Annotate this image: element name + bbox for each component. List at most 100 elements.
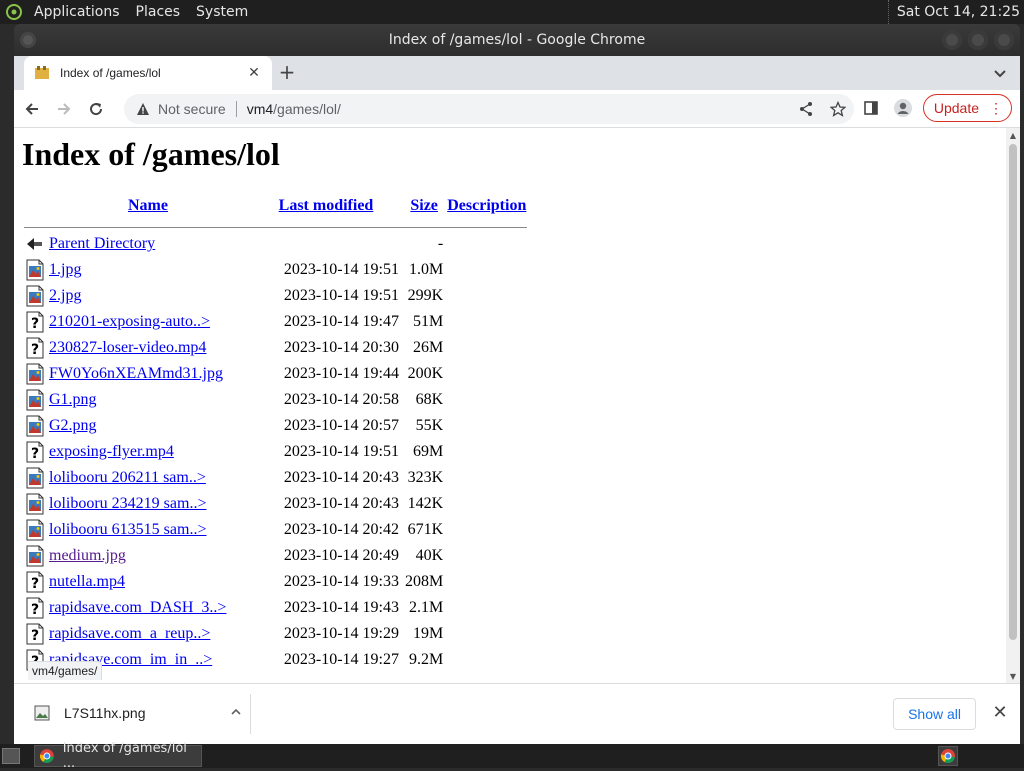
window-menu-button[interactable] xyxy=(20,32,36,48)
file-modified: 2023-10-14 19:51 xyxy=(283,443,399,460)
file-description xyxy=(446,596,527,620)
places-menu[interactable]: Places xyxy=(128,0,189,24)
table-row: ? rapidsave.com_a_reup..> 2023-10-14 19:29… xyxy=(24,622,527,646)
back-button[interactable] xyxy=(18,95,46,123)
file-modified: 2023-10-14 20:43 xyxy=(283,469,399,486)
tab-close-button[interactable]: ✕ xyxy=(246,65,262,81)
file-link[interactable]: 1.jpg xyxy=(49,261,81,278)
file-size: 26M xyxy=(413,339,444,356)
file-link[interactable]: G2.png xyxy=(49,417,97,434)
file-size: 1.0M xyxy=(409,261,444,278)
vertical-scrollbar[interactable]: ▲ ▼ xyxy=(1006,128,1020,683)
description-column-header: Description xyxy=(446,194,527,218)
file-modified: 2023-10-14 20:49 xyxy=(283,547,399,564)
taskbar-chrome-window[interactable]: Index of /games/lol ... xyxy=(34,741,202,771)
tab-strip: Index of /games/lol ✕ + xyxy=(14,56,1020,90)
new-tab-button[interactable]: + xyxy=(276,62,298,84)
system-menu[interactable]: System xyxy=(188,0,256,24)
panel-clock[interactable]: Sat Oct 14, 21:25 xyxy=(887,0,1020,24)
file-link[interactable]: 2.jpg xyxy=(49,287,81,304)
file-size: 299K xyxy=(407,287,444,304)
bookmark-star-icon[interactable] xyxy=(830,101,846,117)
reload-button[interactable] xyxy=(82,95,110,123)
parent-directory-row: Parent Directory - xyxy=(24,232,527,256)
sort-by-modified-link[interactable]: Last modified xyxy=(279,197,374,214)
sort-by-size-link[interactable]: Size xyxy=(410,197,438,214)
chrome-logo-icon xyxy=(39,749,54,763)
file-modified: 2023-10-14 20:57 xyxy=(283,417,399,434)
distro-logo-icon[interactable] xyxy=(2,0,26,24)
warning-triangle-icon[interactable] xyxy=(136,102,150,116)
file-size: 51M xyxy=(413,313,444,330)
file-link[interactable]: lolibooru 206211 sam..> xyxy=(49,469,206,486)
sort-by-description-link[interactable]: Description xyxy=(447,197,526,214)
table-header-row: Name Last modified Size Description xyxy=(24,194,527,218)
image-file-icon xyxy=(26,415,44,437)
file-modified: 2023-10-14 19:51 xyxy=(283,261,399,278)
file-size: 208M xyxy=(405,573,444,590)
close-shelf-button[interactable]: ✕ xyxy=(990,702,1010,722)
maximize-button[interactable] xyxy=(968,30,988,50)
file-link[interactable]: 230827-loser-video.mp4 xyxy=(49,339,206,356)
applications-menu[interactable]: Applications xyxy=(26,0,128,24)
url-path: /games/lol/ xyxy=(273,101,341,117)
unknown-file-icon: ? xyxy=(26,337,44,359)
parent-directory-link[interactable]: Parent Directory xyxy=(49,235,155,252)
file-link[interactable]: rapidsave.com_a_reup..> xyxy=(49,625,210,642)
file-link[interactable]: rapidsave.com_DASH_3..> xyxy=(49,599,226,616)
table-row: lolibooru 206211 sam..> 2023-10-14 20:43 3… xyxy=(24,466,527,490)
minimize-button[interactable] xyxy=(942,30,962,50)
chrome-menu-icon[interactable]: ⋮ xyxy=(989,101,1003,115)
table-row: lolibooru 234219 sam..> 2023-10-14 20:43 1… xyxy=(24,492,527,516)
tab-active[interactable]: Index of /games/lol ✕ xyxy=(24,56,272,90)
file-size: 142K xyxy=(407,495,444,512)
update-button[interactable]: Update ⋮ xyxy=(922,94,1012,122)
file-link[interactable]: medium.jpg xyxy=(49,547,126,564)
profile-button[interactable] xyxy=(891,96,915,120)
download-options-chevron-icon[interactable] xyxy=(230,706,242,721)
forward-button[interactable] xyxy=(50,95,78,123)
table-row: G1.png 2023-10-14 20:58 68K xyxy=(24,388,527,412)
file-link[interactable]: lolibooru 613515 sam..> xyxy=(49,521,206,538)
update-label: Update xyxy=(933,100,979,116)
tab-search-chevron-icon[interactable] xyxy=(992,65,1008,81)
file-link[interactable]: nutella.mp4 xyxy=(49,573,125,590)
side-panel-icon xyxy=(864,101,878,115)
scroll-down-arrow-icon[interactable]: ▼ xyxy=(1009,673,1017,681)
url-host: vm4 xyxy=(246,101,274,117)
scrollbar-thumb[interactable] xyxy=(1009,144,1017,640)
file-modified: 2023-10-14 19:44 xyxy=(283,365,399,382)
table-row: lolibooru 613515 sam..> 2023-10-14 20:42 6… xyxy=(24,518,527,542)
file-link[interactable]: exposing-flyer.mp4 xyxy=(49,443,174,460)
scroll-up-arrow-icon[interactable]: ▲ xyxy=(1009,132,1017,140)
show-desktop-button[interactable] xyxy=(2,748,20,764)
share-icon[interactable] xyxy=(798,101,814,117)
file-link[interactable]: FW0Yo6nXEAMmd31.jpg xyxy=(49,365,223,382)
table-row: ? nutella.mp4 2023-10-14 19:33 208M xyxy=(24,570,527,594)
file-link[interactable]: G1.png xyxy=(49,391,97,408)
file-size: 55K xyxy=(415,417,444,434)
unknown-file-icon: ? xyxy=(26,597,44,619)
svg-text:?: ? xyxy=(31,316,39,332)
side-panel-button[interactable] xyxy=(859,96,883,120)
address-bar[interactable]: Not secure vm4/games/lol/ xyxy=(124,94,854,124)
file-modified: 2023-10-14 19:29 xyxy=(283,625,399,642)
taskbar-item-label: Index of /games/lol ... xyxy=(62,741,187,771)
show-all-downloads-button[interactable]: Show all xyxy=(893,698,976,730)
sort-by-name-link[interactable]: Name xyxy=(128,197,168,214)
not-secure-label[interactable]: Not secure xyxy=(158,101,226,117)
tray-chrome-button[interactable] xyxy=(938,746,958,766)
reload-icon xyxy=(90,102,103,115)
window-titlebar[interactable]: Index of /games/lol - Google Chrome xyxy=(14,24,1020,56)
file-link[interactable]: lolibooru 234219 sam..> xyxy=(49,495,206,512)
image-file-icon xyxy=(26,285,44,307)
image-file-icon xyxy=(26,363,44,385)
directory-listing-table: Name Last modified Size Description Pare… xyxy=(22,192,529,674)
file-size: 19M xyxy=(413,625,444,642)
parent-size: - xyxy=(437,235,444,252)
file-link[interactable]: 210201-exposing-auto..> xyxy=(49,313,210,330)
back-arrow-icon xyxy=(25,102,38,115)
download-item[interactable]: L7S11hx.png xyxy=(22,694,250,732)
close-window-button[interactable] xyxy=(994,30,1014,50)
table-row: G2.png 2023-10-14 20:57 55K xyxy=(24,414,527,438)
